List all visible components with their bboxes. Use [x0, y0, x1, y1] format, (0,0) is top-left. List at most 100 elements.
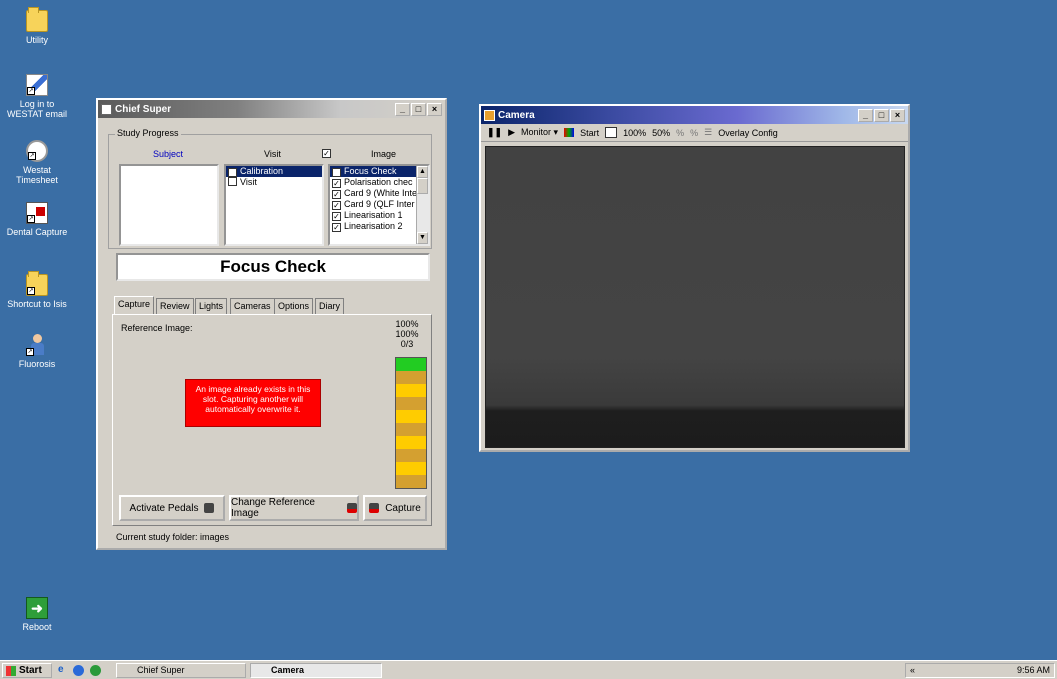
camera-preview: [485, 146, 905, 448]
list-item[interactable]: ✓ Focus Check: [330, 166, 428, 177]
media-icon[interactable]: [90, 665, 101, 676]
desktop-icon-label: Log in to WESTAT email: [6, 99, 67, 119]
grid-lines-icon[interactable]: ☰: [704, 127, 712, 138]
desktop-icon-label: Dental Capture: [6, 227, 68, 237]
capture-button[interactable]: Capture: [363, 495, 427, 521]
list-scrollbar[interactable]: ▲ ▼: [416, 166, 428, 244]
change-reference-image-button[interactable]: Change Reference Image: [229, 495, 359, 521]
list-item[interactable]: ✓ Card 9 (White Inte: [330, 188, 428, 199]
play-icon[interactable]: ▶: [508, 127, 515, 138]
fluorosis-icon: ↗: [26, 334, 48, 356]
ie-icon[interactable]: e: [58, 664, 64, 675]
camera-window: Camera _ □ × ❚❚ ▶ Monitor ▾ Start 100% 5…: [479, 104, 910, 452]
overwrite-warning: An image already exists in this slot. Ca…: [185, 379, 321, 427]
desktop-icon-label: Reboot: [22, 622, 52, 632]
pedal-red-icon: [369, 503, 380, 513]
list-item[interactable]: ✓ Linearisation 1: [330, 210, 428, 221]
activate-pedals-button[interactable]: Activate Pedals: [119, 495, 225, 521]
tool-percent-icon[interactable]: %: [676, 128, 684, 138]
email-link-icon: ↗: [26, 74, 48, 96]
folder-shortcut-icon: ↗: [26, 271, 48, 296]
image-header-checkbox[interactable]: ✓: [322, 149, 331, 158]
folder-icon: [26, 7, 48, 32]
tab-options[interactable]: Options: [274, 298, 314, 314]
close-button[interactable]: ×: [427, 102, 442, 116]
subject-list[interactable]: [119, 164, 219, 246]
status-text: Current study folder: images: [116, 532, 230, 542]
chief-super-titlebar[interactable]: Chief Super _ □ ×: [98, 100, 445, 118]
desktop-icon-fluorosis[interactable]: ↗ Fluorosis: [6, 334, 68, 369]
maximize-button[interactable]: □: [411, 102, 426, 116]
tab-capture[interactable]: Capture: [114, 296, 155, 314]
window-title: Chief Super: [115, 103, 172, 115]
dental-capture-icon: ↗: [26, 202, 48, 224]
tab-lights[interactable]: Lights: [195, 298, 228, 314]
list-item[interactable]: ✓ Card 9 (QLF Inter: [330, 199, 428, 210]
desktop-icon-isis[interactable]: ↗ Shortcut to Isis: [6, 271, 68, 309]
color-palette-icon[interactable]: [564, 128, 575, 137]
visit-header: Visit: [264, 149, 281, 159]
current-image-display: Focus Check: [116, 253, 430, 281]
zoom-100-button[interactable]: 100%: [623, 128, 646, 138]
monitor-dropdown[interactable]: Monitor ▾: [521, 127, 558, 138]
tab-cameras[interactable]: Cameras: [230, 298, 275, 314]
scroll-up-arrow-icon[interactable]: ▲: [417, 166, 428, 178]
start-button[interactable]: Start: [580, 128, 599, 138]
desktop-icon-westat-email[interactable]: ↗ Log in to WESTAT email: [6, 74, 68, 119]
list-item[interactable]: ✓ Polarisation chec: [330, 177, 428, 188]
desktop-icon-label: Shortcut to Isis: [7, 299, 67, 309]
desktop-icon-reboot[interactable]: ➜ Reboot: [6, 597, 68, 632]
list-item[interactable]: ✓ Calibration: [226, 166, 322, 177]
reference-image-label: Reference Image:: [121, 323, 193, 333]
desktop-icon-timesheet[interactable]: ↗ Westat Timesheet: [6, 140, 68, 185]
fit-icon[interactable]: [605, 127, 618, 138]
scroll-down-arrow-icon[interactable]: ▼: [417, 232, 428, 244]
desktop-icon-dental-capture[interactable]: ↗ Dental Capture: [6, 202, 68, 237]
desktop-icon-label: Utility: [26, 35, 48, 45]
subject-header: Subject: [153, 149, 184, 159]
outlook-icon[interactable]: [73, 665, 84, 676]
list-item[interactable]: ✓ Linearisation 2: [330, 221, 428, 232]
list-item[interactable]: Visit: [226, 177, 322, 188]
camera-toolbar: ❚❚ ▶ Monitor ▾ Start 100% 50% % % ☰ Over…: [481, 124, 908, 142]
task-chief-super[interactable]: Chief Super: [116, 663, 246, 678]
study-progress-label: Study Progress: [115, 128, 181, 138]
tab-review[interactable]: Review: [156, 298, 194, 314]
visit-list[interactable]: ✓ Calibration Visit: [224, 164, 324, 246]
reboot-icon: ➜: [26, 597, 48, 619]
image-header: Image: [371, 149, 397, 159]
app-icon: [101, 103, 112, 115]
zoom-50-button[interactable]: 50%: [652, 128, 670, 138]
desktop-icon-label: Westat Timesheet: [16, 165, 58, 185]
tray-collapse-icon[interactable]: «: [906, 664, 915, 677]
minimize-button[interactable]: _: [395, 102, 410, 116]
scroll-thumb[interactable]: [417, 178, 428, 194]
taskbar: Start e Chief Super Camera « 9:56 AM: [0, 660, 1057, 679]
desktop-icon-utility[interactable]: Utility: [6, 7, 68, 45]
pause-icon[interactable]: ❚❚: [487, 127, 502, 138]
overlay-config-button[interactable]: Overlay Config: [718, 128, 778, 138]
maximize-button[interactable]: □: [874, 108, 889, 122]
study-progress-group: Study Progress Subject Visit ✓ Image ✓ Ca…: [108, 128, 432, 249]
tool-percent-alt-icon[interactable]: %: [690, 128, 698, 138]
tab-diary[interactable]: Diary: [315, 298, 345, 314]
start-button[interactable]: Start: [2, 663, 52, 678]
windows-logo-icon: [6, 665, 16, 676]
stat-2: 100%: [395, 329, 419, 339]
minimize-button[interactable]: _: [858, 108, 873, 122]
chief-super-window: Chief Super _ □ × Study Progress Subject…: [96, 98, 447, 550]
close-button[interactable]: ×: [890, 108, 905, 122]
clock-icon: ↗: [26, 140, 48, 162]
capture-tab-panel: Reference Image: 100% 100% 0/3 An image …: [112, 314, 432, 526]
camera-titlebar[interactable]: Camera _ □ ×: [481, 106, 908, 124]
system-tray: « 9:56 AM: [905, 663, 1055, 678]
stat-count: 0/3: [400, 339, 414, 349]
task-camera[interactable]: Camera: [250, 663, 382, 678]
level-meter: [395, 357, 427, 489]
clock[interactable]: 9:56 AM: [1017, 665, 1050, 675]
stat-1: 100%: [395, 319, 419, 329]
image-list[interactable]: ✓ Focus Check ✓ Polarisation chec ✓ Card 9 …: [328, 164, 430, 246]
pedal-red-icon: [347, 503, 357, 513]
pedal-icon: [204, 503, 215, 513]
window-title: Camera: [498, 109, 535, 121]
